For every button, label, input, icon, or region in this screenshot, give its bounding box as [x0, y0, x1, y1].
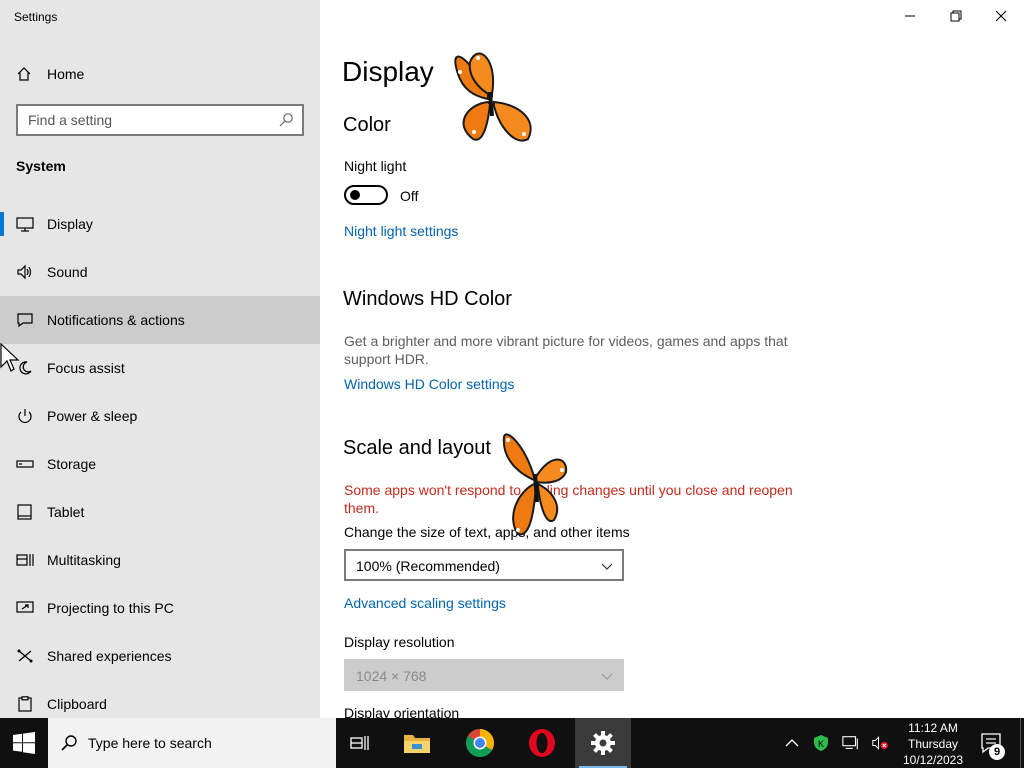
task-view-button[interactable]	[332, 718, 388, 768]
sidebar-item-label: Tablet	[47, 504, 85, 520]
chevron-down-icon	[601, 673, 613, 680]
volume-muted-icon	[872, 736, 888, 750]
hd-color-description: Get a brighter and more vibrant picture …	[344, 333, 788, 367]
power-icon	[18, 409, 32, 423]
sidebar-item-notifications[interactable]: Notifications & actions	[0, 296, 320, 344]
sidebar-item-shared-experiences[interactable]: Shared experiences	[0, 632, 320, 680]
settings-taskbar-button[interactable]	[575, 718, 631, 768]
projecting-icon	[16, 601, 34, 613]
sidebar-item-focus-assist[interactable]: Focus assist	[0, 344, 320, 392]
sidebar-item-label: Multitasking	[47, 552, 121, 568]
folder-icon	[404, 735, 430, 753]
resolution-dropdown-value: 1024 × 768	[356, 668, 427, 684]
scale-dropdown-value: 100% (Recommended)	[356, 558, 500, 574]
sidebar-item-label: Projecting to this PC	[47, 600, 174, 616]
opera-icon	[529, 729, 555, 757]
sidebar-item-label: Focus assist	[47, 360, 125, 376]
file-explorer-button[interactable]	[389, 718, 445, 768]
sidebar-item-label: Shared experiences	[47, 648, 172, 664]
orientation-label: Display orientation	[344, 705, 460, 718]
shield-icon: K	[814, 735, 828, 751]
scale-dropdown[interactable]: 100% (Recommended)	[344, 549, 624, 581]
sidebar-item-label: Sound	[47, 264, 88, 280]
sidebar-item-label: Clipboard	[47, 696, 107, 712]
butterfly-icon	[454, 52, 532, 142]
security-tray-button[interactable]: K	[812, 734, 830, 752]
task-view-icon	[350, 736, 369, 750]
network-tray-button[interactable]	[842, 734, 860, 752]
sidebar-item-sound[interactable]: Sound	[0, 248, 320, 296]
taskbar: Type here to search K 11:12 AM Thursday …	[0, 718, 1024, 768]
speaker-icon	[17, 264, 32, 280]
show-hidden-icons-button[interactable]	[783, 734, 801, 752]
night-light-label: Night light	[344, 158, 407, 174]
sidebar-item-display[interactable]: Display	[0, 200, 320, 248]
find-setting-input[interactable]	[18, 106, 258, 134]
sidebar-item-label: Notifications & actions	[47, 312, 185, 328]
search-icon	[61, 735, 77, 751]
sidebar-item-power-sleep[interactable]: Power & sleep	[0, 392, 320, 440]
night-light-settings-link[interactable]: Night light settings	[344, 223, 458, 239]
sidebar-item-label: Storage	[47, 456, 97, 472]
section-heading-system: System	[16, 158, 66, 174]
notification-count-badge: 9	[989, 744, 1005, 760]
home-icon	[17, 67, 31, 81]
taskbar-search-placeholder: Type here to search	[88, 735, 212, 751]
show-desktop-button[interactable]	[1020, 718, 1024, 768]
windows-logo-icon	[13, 732, 35, 754]
clock-time: 11:12 AM	[908, 721, 958, 735]
mouse-cursor-icon	[0, 343, 20, 372]
storage-icon	[16, 460, 34, 468]
sidebar-item-clipboard[interactable]: Clipboard	[0, 680, 320, 718]
sidebar-item-label: Power & sleep	[47, 408, 138, 424]
resolution-label: Display resolution	[344, 634, 455, 650]
sidebar-item-projecting[interactable]: Projecting to this PC	[0, 584, 320, 632]
start-button[interactable]	[0, 718, 48, 768]
sidebar-nav: Display Sound Notifications & actions Fo…	[0, 200, 320, 718]
chrome-button[interactable]	[452, 718, 508, 768]
search-icon[interactable]	[278, 112, 294, 128]
sidebar-item-storage[interactable]: Storage	[0, 440, 320, 488]
sidebar-item-multitasking[interactable]: Multitasking	[0, 536, 320, 584]
shared-experiences-icon	[17, 649, 33, 663]
night-light-toggle[interactable]	[344, 185, 388, 205]
clock-date: 10/12/2023	[902, 753, 964, 767]
clock-day: Thursday	[907, 737, 959, 751]
display-settings-page: Display Color Night light Off Night ligh…	[320, 0, 1024, 718]
taskbar-search-box[interactable]: Type here to search	[48, 718, 336, 768]
taskbar-clock[interactable]: 11:12 AM Thursday 10/12/2023	[896, 720, 970, 768]
sidebar-item-label: Display	[47, 216, 93, 232]
volume-tray-button[interactable]	[872, 734, 890, 752]
color-heading: Color	[343, 114, 391, 136]
butterfly-icon	[502, 433, 568, 536]
home-nav-item[interactable]: Home	[0, 58, 320, 90]
home-label: Home	[47, 66, 85, 82]
sidebar-item-tablet[interactable]: Tablet	[0, 488, 320, 536]
chevron-down-icon	[601, 563, 613, 570]
toggle-knob	[350, 190, 360, 200]
svg-text:K: K	[818, 739, 824, 749]
multitasking-icon	[16, 554, 34, 566]
scaling-warning: Some apps won't respond to scaling chang…	[344, 482, 793, 516]
chevron-up-icon	[785, 739, 799, 747]
notification-icon	[17, 313, 33, 328]
window-title: Settings	[14, 10, 58, 24]
text-size-label: Change the size of text, apps, and other…	[344, 524, 630, 540]
page-title: Display	[342, 56, 434, 87]
monitor-icon	[16, 217, 34, 232]
settings-sidebar: Settings Home System Display Sound Notif…	[0, 0, 320, 718]
chrome-icon	[466, 729, 494, 757]
gear-icon	[591, 731, 615, 755]
find-setting-search[interactable]	[16, 104, 304, 136]
clipboard-icon	[18, 696, 32, 712]
hd-color-heading: Windows HD Color	[343, 288, 512, 310]
resolution-dropdown[interactable]: 1024 × 768	[344, 659, 624, 691]
network-icon	[842, 736, 858, 750]
hd-color-settings-link[interactable]: Windows HD Color settings	[344, 376, 514, 392]
advanced-scaling-link[interactable]: Advanced scaling settings	[344, 595, 506, 611]
night-light-state: Off	[400, 188, 419, 204]
tablet-icon	[17, 504, 32, 520]
scale-layout-heading: Scale and layout	[343, 437, 491, 459]
opera-button[interactable]	[514, 718, 570, 768]
